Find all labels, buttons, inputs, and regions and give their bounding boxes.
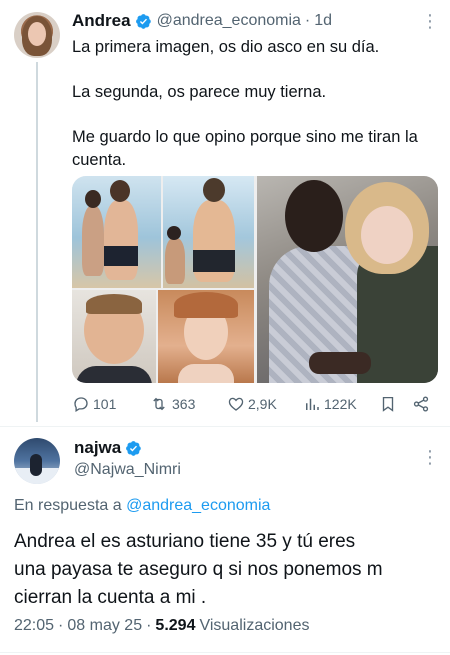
- post-media: [72, 176, 438, 383]
- collage-portrait-woman: [158, 290, 254, 383]
- reply-line: una payasa te aseguro q si nos ponemos m: [14, 559, 383, 580]
- like-count: 2,9K: [248, 396, 277, 412]
- reply-icon: [74, 397, 88, 412]
- reply-header: najwa: [74, 438, 147, 458]
- reply-button[interactable]: 101: [72, 394, 116, 414]
- reply-date[interactable]: 08 may 25: [67, 617, 142, 635]
- post-paragraph: Me guardo lo que opino porque sino me ti…: [72, 128, 418, 169]
- post-paragraph: La primera imagen, os dio asco en su día…: [72, 38, 380, 56]
- analytics-icon: [306, 398, 319, 410]
- bookmark-icon: [382, 396, 394, 412]
- author-name[interactable]: Andrea: [72, 11, 131, 31]
- reply-text: Andrea el es asturiano tiene 35 y tú ere…: [14, 528, 439, 612]
- reply-line: Andrea el es asturiano tiene 35 y tú ere…: [14, 531, 356, 552]
- repost-icon: [153, 397, 165, 411]
- divider: [0, 426, 450, 427]
- header-separator: ·: [304, 12, 311, 29]
- collage-beach-photo-2: [163, 176, 254, 288]
- media-image-collage[interactable]: [72, 176, 254, 383]
- media-image-couple[interactable]: [257, 176, 438, 383]
- collage-portrait-man: [72, 290, 156, 383]
- reply-meta: 22:05 · 08 may 25 · 5.294 Visualizacione…: [14, 617, 309, 635]
- views-button[interactable]: 122K: [303, 394, 357, 414]
- share-button[interactable]: [412, 394, 430, 414]
- reply-count: 101: [93, 396, 117, 412]
- replying-to-link[interactable]: @andrea_economia: [126, 497, 270, 514]
- repost-count: 363: [172, 396, 196, 412]
- reply-views-count: 5.294: [155, 617, 196, 634]
- divider: [0, 652, 450, 653]
- author-handle[interactable]: @andrea_economia: [157, 12, 301, 30]
- collage-beach-photo-1: [72, 176, 161, 288]
- heart-icon: [228, 397, 244, 411]
- replying-to: En respuesta a @andrea_economia: [14, 497, 270, 515]
- couple-man-head: [285, 180, 343, 252]
- reply-author-name[interactable]: najwa: [74, 438, 121, 458]
- verified-badge-icon: [126, 440, 142, 456]
- thread-line: [36, 62, 38, 422]
- more-options-icon[interactable]: ⋮: [421, 448, 439, 466]
- reply-author-handle[interactable]: @Najwa_Nimri: [74, 461, 181, 479]
- verified-badge-icon: [135, 13, 151, 29]
- replying-prefix: En respuesta a: [14, 497, 122, 514]
- meta-separator: ·: [58, 617, 64, 634]
- reply-line: cierran la cuenta a mi .: [14, 587, 207, 608]
- couple-hands: [309, 352, 371, 374]
- author-avatar[interactable]: [14, 12, 60, 58]
- meta-separator: ·: [146, 617, 152, 634]
- post-timestamp[interactable]: 1d: [314, 12, 332, 30]
- post-paragraph: La segunda, os parece muy tierna.: [72, 83, 327, 101]
- avatar-face: [28, 22, 46, 46]
- more-options-icon[interactable]: ⋮: [421, 12, 439, 30]
- share-icon: [413, 396, 429, 412]
- post-actions: 101 363 2,9K 122K: [72, 394, 438, 414]
- avatar-figure: [30, 454, 42, 476]
- post-header: Andrea @andrea_economia · 1d: [72, 11, 332, 31]
- bookmark-button[interactable]: [379, 394, 397, 414]
- like-button[interactable]: 2,9K: [227, 394, 277, 414]
- repost-button[interactable]: 363: [149, 394, 195, 414]
- view-count: 122K: [324, 396, 357, 412]
- reply-views-label: Visualizaciones: [199, 617, 310, 634]
- couple-woman-face: [361, 206, 413, 264]
- post-text: La primera imagen, os dio asco en su día…: [72, 36, 437, 172]
- reply-time[interactable]: 22:05: [14, 617, 54, 635]
- reply-author-avatar[interactable]: [14, 438, 60, 484]
